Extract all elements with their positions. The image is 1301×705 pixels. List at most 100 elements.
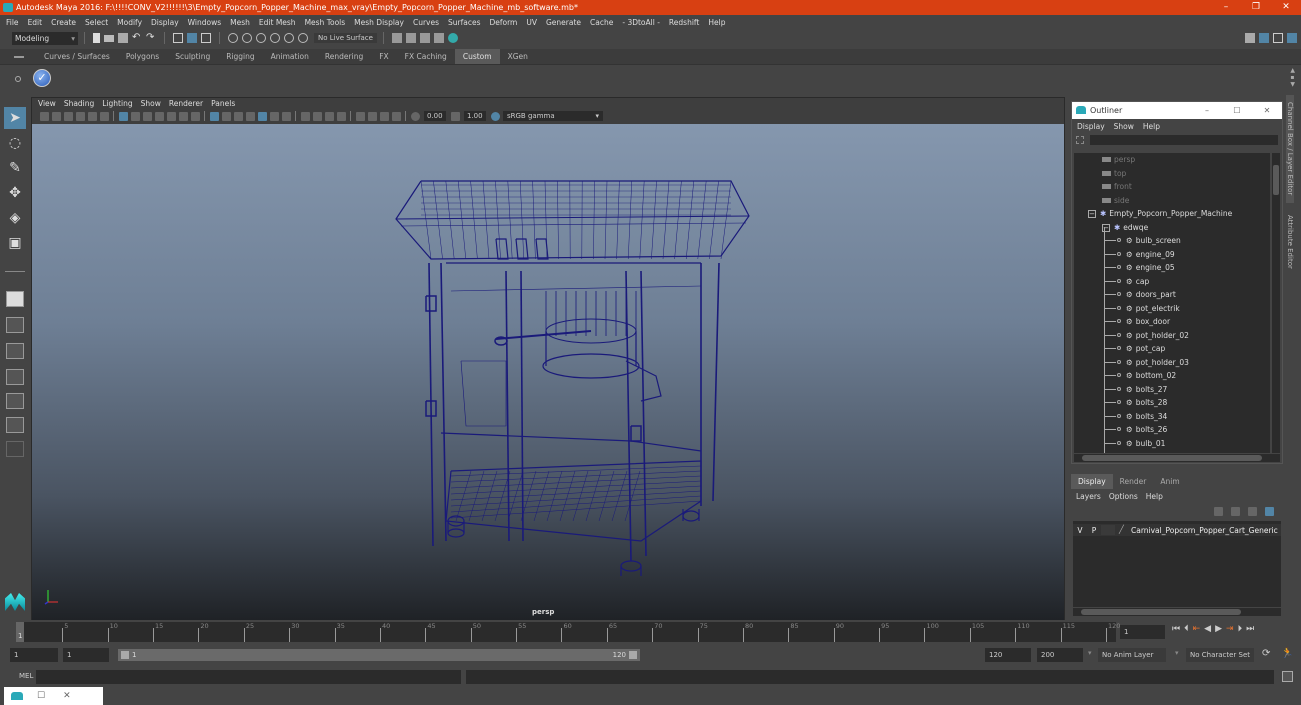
2d-pan-zoom-icon[interactable] — [87, 111, 97, 121]
shelf-tab-fx[interactable]: FX — [371, 49, 396, 64]
ipr-render-icon[interactable] — [419, 33, 430, 43]
anim-layer-dropdown[interactable]: No Anim Layer — [1098, 648, 1166, 662]
wireframe-on-shaded-icon[interactable] — [245, 111, 255, 121]
default-material-icon[interactable] — [233, 111, 243, 121]
camera-select-icon[interactable] — [39, 111, 49, 121]
outliner-maximize-button[interactable]: ☐ — [1222, 102, 1252, 119]
step-forward-key-icon[interactable]: ⇥ — [1226, 624, 1234, 634]
persp-outliner-layout-icon[interactable] — [6, 343, 24, 359]
live-surface-field[interactable]: No Live Surface — [314, 33, 377, 43]
shelf-scroll-icon[interactable]: ▲ ▪ ▼ — [1290, 67, 1295, 88]
render-settings-icon[interactable] — [433, 33, 444, 43]
scale-tool-icon[interactable]: ▣ — [4, 232, 26, 254]
shelf-tab-xgen[interactable]: XGen — [500, 49, 536, 64]
grid-icon[interactable] — [118, 111, 128, 121]
move-layer-down-icon[interactable] — [1230, 507, 1240, 516]
hypershade-icon[interactable] — [447, 33, 458, 43]
menu-uv[interactable]: UV — [526, 18, 537, 27]
filter-icon[interactable] — [1076, 135, 1084, 144]
select-hierarchy-icon[interactable] — [173, 33, 183, 43]
resolution-gate-icon[interactable] — [142, 111, 152, 121]
vp-menu-renderer[interactable]: Renderer — [169, 99, 203, 108]
shelf-settings-icon[interactable] — [15, 76, 21, 82]
safe-title-icon[interactable] — [190, 111, 200, 121]
vp-menu-panels[interactable]: Panels — [211, 99, 235, 108]
3d-viewport[interactable]: persp — [32, 124, 1064, 620]
outliner-camera-front[interactable]: front — [1074, 180, 1270, 194]
menu-mesh[interactable]: Mesh — [230, 18, 250, 27]
layer-menu-options[interactable]: Options — [1109, 492, 1138, 501]
playback-start-field[interactable]: 1 — [63, 648, 109, 662]
animation-start-field[interactable]: 1 — [10, 648, 58, 662]
four-view-layout-icon[interactable] — [6, 317, 24, 333]
outliner-search-input[interactable] — [1090, 134, 1278, 145]
layer-menu-help[interactable]: Help — [1146, 492, 1163, 501]
shelf-tab-sculpting[interactable]: Sculpting — [167, 49, 218, 64]
shelf-tab-rigging[interactable]: Rigging — [218, 49, 262, 64]
outliner-camera-persp[interactable]: persp — [1074, 153, 1270, 167]
isolate-select-icon[interactable] — [355, 111, 365, 121]
layer-color-swatch[interactable]: ╱ — [1119, 525, 1129, 535]
layer-tab-render[interactable]: Render — [1113, 474, 1154, 489]
anti-aliasing-icon[interactable] — [324, 111, 334, 121]
outliner-horizontal-scrollbar[interactable] — [1074, 454, 1280, 462]
shelf-menu-icon[interactable] — [14, 55, 24, 58]
time-slider[interactable]: 1 5 10 15 20 25 30 35 40 45 50 55 60 65 70 75 80 85 90 95 1… — [0, 620, 1301, 645]
shelf-tab-curves-surfaces[interactable]: Curves / Surfaces — [36, 49, 118, 64]
menu-mesh-display[interactable]: Mesh Display — [354, 18, 404, 27]
snap-grid-icon[interactable] — [228, 33, 238, 43]
color-space-dropdown[interactable]: sRGB gamma — [503, 111, 603, 121]
outliner-menu-display[interactable]: Display — [1077, 122, 1105, 131]
save-scene-icon[interactable] — [118, 33, 128, 43]
character-set-dropdown[interactable]: No Character Set — [1186, 648, 1254, 662]
layer-name[interactable]: Carnival_Popcorn_Popper_Cart_Generic — [1131, 526, 1278, 535]
outliner-menu-help[interactable]: Help — [1143, 122, 1160, 131]
menu-redshift[interactable]: Redshift — [669, 18, 699, 27]
vp-menu-show[interactable]: Show — [141, 99, 161, 108]
menu-curves[interactable]: Curves — [413, 18, 439, 27]
vp-menu-view[interactable]: View — [38, 99, 56, 108]
outliner-close-button[interactable]: ✕ — [1252, 102, 1282, 119]
render-view-icon[interactable] — [391, 33, 402, 43]
close-button[interactable]: ✕ — [1271, 0, 1301, 15]
paint-select-tool-icon[interactable]: ✎ — [4, 157, 26, 179]
custom-layout-icon[interactable] — [6, 441, 24, 457]
gamma-icon[interactable] — [450, 111, 460, 121]
new-empty-layer-icon[interactable] — [1247, 507, 1257, 516]
shelf-tab-polygons[interactable]: Polygons — [118, 49, 167, 64]
menu-create[interactable]: Create — [51, 18, 76, 27]
screen-space-ao-icon[interactable] — [300, 111, 310, 121]
menu-windows[interactable]: Windows — [188, 18, 221, 27]
layer-visibility-toggle[interactable]: V — [1073, 526, 1087, 535]
minimize-button[interactable]: – — [1211, 0, 1241, 15]
persp-hypershade-layout-icon[interactable] — [6, 393, 24, 409]
shelf-tab-rendering[interactable]: Rendering — [317, 49, 371, 64]
channel-box-layer-editor-tab[interactable]: Channel Box / Layer Editor — [1286, 95, 1294, 203]
snap-point-icon[interactable] — [256, 33, 266, 43]
minimized-window[interactable]: ☐ ✕ — [4, 687, 103, 705]
range-end-handle[interactable] — [629, 651, 637, 659]
outliner-minimize-button[interactable]: – — [1192, 102, 1222, 119]
minimized-close-icon[interactable]: ✕ — [63, 691, 71, 701]
playback-end-field[interactable]: 120 — [985, 648, 1031, 662]
outliner-root-item[interactable]: − ✱ Empty_Popcorn_Popper_Machine — [1074, 207, 1270, 221]
current-frame-field[interactable]: 1 — [1120, 625, 1165, 639]
render-current-icon[interactable] — [405, 33, 416, 43]
tool-settings-icon[interactable] — [1273, 33, 1283, 43]
field-chart-icon[interactable] — [166, 111, 176, 121]
menu-display[interactable]: Display — [151, 18, 179, 27]
modeling-toolkit-icon[interactable] — [1245, 33, 1255, 43]
select-component-icon[interactable] — [201, 33, 211, 43]
magnet-icon[interactable] — [298, 33, 308, 43]
xray-active-icon[interactable] — [379, 111, 389, 121]
select-object-icon[interactable] — [187, 33, 197, 43]
motion-blur-icon[interactable] — [312, 111, 322, 121]
menu-cache[interactable]: Cache — [590, 18, 613, 27]
grease-pencil-icon[interactable] — [99, 111, 109, 121]
select-tool-icon[interactable]: ➤ — [4, 107, 26, 129]
persp-uv-layout-icon[interactable] — [6, 417, 24, 433]
attribute-editor-tab[interactable]: Attribute Editor — [1286, 207, 1294, 277]
menu-select[interactable]: Select — [85, 18, 108, 27]
menu-generate[interactable]: Generate — [546, 18, 581, 27]
mode-selector[interactable]: Modeling — [12, 31, 78, 45]
